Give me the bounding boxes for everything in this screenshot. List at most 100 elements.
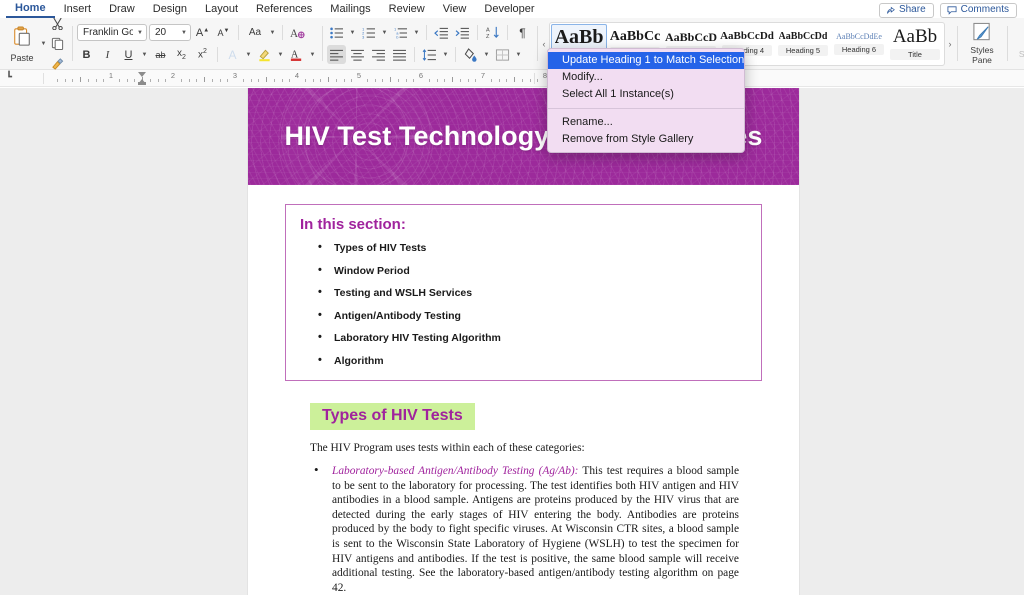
divider bbox=[477, 25, 478, 40]
font-name-value: Franklin Go... bbox=[83, 27, 134, 38]
clear-formatting-icon[interactable]: A bbox=[288, 23, 307, 42]
bullet-text: This test requires a blood sample to be … bbox=[332, 465, 739, 594]
tab-references[interactable]: References bbox=[247, 2, 321, 18]
paste-dropdown-caret[interactable]: ▼ bbox=[39, 34, 48, 53]
font-color-caret[interactable]: ▼ bbox=[308, 45, 317, 64]
divider bbox=[414, 47, 415, 62]
section-list-item: Window Period bbox=[300, 264, 747, 277]
strikethrough-icon[interactable]: ab bbox=[151, 45, 170, 64]
comments-button[interactable]: Comments bbox=[939, 3, 1017, 18]
svg-text:Z: Z bbox=[486, 34, 490, 39]
first-line-indent-marker[interactable] bbox=[138, 72, 146, 77]
change-case-icon[interactable]: Aa bbox=[244, 23, 266, 42]
tab-stop-selector-icon[interactable]: ┗ bbox=[6, 72, 12, 83]
style-name-label: Heading 5 bbox=[778, 44, 828, 56]
paste-button[interactable]: Paste bbox=[5, 25, 39, 63]
justify-icon[interactable] bbox=[390, 45, 409, 64]
share-icon bbox=[886, 6, 895, 15]
grow-font-icon[interactable]: A▲ bbox=[193, 23, 212, 42]
italic-icon[interactable]: I bbox=[98, 45, 117, 64]
divider bbox=[507, 25, 508, 40]
tab-design[interactable]: Design bbox=[144, 2, 196, 18]
context-menu-item[interactable]: Update Heading 1 to Match Selection bbox=[548, 52, 744, 69]
align-center-icon[interactable] bbox=[348, 45, 367, 64]
font-name-combo[interactable]: Franklin Go... ▼ bbox=[77, 24, 147, 41]
paste-icon bbox=[12, 26, 32, 52]
context-menu-item[interactable]: Modify... bbox=[548, 69, 744, 86]
style-name-label: Heading 6 bbox=[834, 43, 884, 55]
decrease-indent-icon[interactable] bbox=[432, 23, 451, 42]
context-menu-item[interactable]: Select All 1 Instance(s) bbox=[548, 86, 744, 103]
paste-label: Paste bbox=[10, 52, 34, 63]
highlight-caret[interactable]: ▼ bbox=[276, 45, 285, 64]
bulleted-list-caret[interactable]: ▼ bbox=[348, 23, 357, 42]
context-menu-item[interactable]: Remove from Style Gallery bbox=[548, 131, 744, 148]
shading-icon[interactable] bbox=[461, 45, 480, 64]
document-page[interactable]: HIV Test Technology and Procedures In th… bbox=[248, 88, 799, 595]
document-body: The HIV Program uses tests within each o… bbox=[248, 441, 799, 595]
line-spacing-caret[interactable]: ▼ bbox=[441, 45, 450, 64]
style-preview-text: AaBbCcDdEe bbox=[836, 32, 882, 41]
styles-pane-button[interactable]: Styles Pane bbox=[962, 22, 1002, 65]
shading-caret[interactable]: ▼ bbox=[482, 45, 491, 64]
titlebar-actions: Share Comments bbox=[878, 3, 1024, 18]
highlight-color-icon[interactable] bbox=[255, 45, 274, 64]
font-color-icon[interactable]: A bbox=[287, 45, 306, 64]
line-spacing-icon[interactable] bbox=[420, 45, 439, 64]
left-indent-marker[interactable] bbox=[138, 82, 146, 85]
shrink-font-icon[interactable]: A▼ bbox=[214, 23, 233, 42]
tab-draw[interactable]: Draw bbox=[100, 2, 144, 18]
ruler-tick bbox=[537, 79, 539, 82]
numbered-list-icon[interactable]: 123 bbox=[359, 23, 378, 42]
horizontal-ruler[interactable]: ┗ 12345678 bbox=[0, 70, 1024, 87]
increase-indent-icon[interactable] bbox=[453, 23, 472, 42]
style-item-heading-6[interactable]: AaBbCcDdEe Heading 6 bbox=[831, 23, 887, 64]
share-button[interactable]: Share bbox=[878, 3, 934, 18]
tab-developer[interactable]: Developer bbox=[475, 2, 543, 18]
sensitivity-button[interactable]: Sensitivity bbox=[1012, 29, 1024, 59]
underline-icon[interactable]: U bbox=[119, 45, 138, 64]
copy-icon[interactable] bbox=[48, 34, 67, 53]
document-canvas[interactable]: HIV Test Technology and Procedures In th… bbox=[0, 88, 1024, 595]
borders-icon[interactable] bbox=[493, 45, 512, 64]
bold-icon[interactable]: B bbox=[77, 45, 96, 64]
font-size-combo[interactable]: 20 ▼ bbox=[149, 24, 191, 41]
change-case-caret[interactable]: ▼ bbox=[268, 23, 277, 42]
borders-caret[interactable]: ▼ bbox=[514, 45, 523, 64]
ribbon-group-paragraph: ▼ 123 ▼ 1ab ▼ AZ ¶ ▼ ▼ ▼ bbox=[322, 18, 537, 69]
format-painter-icon[interactable] bbox=[48, 54, 67, 73]
style-item-title[interactable]: AaBb Title bbox=[887, 23, 943, 64]
underline-caret[interactable]: ▼ bbox=[140, 45, 149, 64]
style-preview-text: AaBbCcDd bbox=[720, 31, 774, 42]
multilevel-list-caret[interactable]: ▼ bbox=[412, 23, 421, 42]
superscript-icon[interactable]: x2 bbox=[193, 45, 212, 64]
clipboard-tools bbox=[48, 14, 67, 73]
numbered-list-caret[interactable]: ▼ bbox=[380, 23, 389, 42]
gallery-scroll-right-icon[interactable]: › bbox=[945, 39, 955, 49]
align-left-icon[interactable] bbox=[327, 45, 346, 64]
sort-icon[interactable]: AZ bbox=[483, 23, 502, 42]
svg-text:A: A bbox=[486, 28, 490, 34]
ruler-track[interactable]: 12345678 bbox=[36, 70, 1024, 86]
multilevel-list-icon[interactable]: 1ab bbox=[391, 23, 410, 42]
svg-text:b: b bbox=[396, 35, 398, 38]
subscript-icon[interactable]: x2 bbox=[172, 45, 191, 64]
text-effects-icon[interactable]: A bbox=[223, 45, 242, 64]
tab-home[interactable]: Home bbox=[6, 1, 55, 18]
gallery-scroll-left-icon[interactable]: ‹ bbox=[539, 39, 549, 49]
style-item-heading-5[interactable]: AaBbCcDd Heading 5 bbox=[775, 23, 831, 64]
ruler-text-area bbox=[43, 73, 535, 84]
tab-review[interactable]: Review bbox=[380, 2, 434, 18]
tab-layout[interactable]: Layout bbox=[196, 2, 247, 18]
in-this-section-heading: In this section: bbox=[300, 216, 406, 233]
align-right-icon[interactable] bbox=[369, 45, 388, 64]
bulleted-list-icon[interactable] bbox=[327, 23, 346, 42]
tab-insert[interactable]: Insert bbox=[55, 2, 101, 18]
show-formatting-marks-icon[interactable]: ¶ bbox=[513, 23, 532, 42]
tab-view[interactable]: View bbox=[434, 2, 476, 18]
style-context-menu[interactable]: Update Heading 1 to Match Selection Modif… bbox=[547, 48, 745, 153]
context-menu-item[interactable]: Rename... bbox=[548, 114, 744, 131]
style-preview-text: AaBbCc bbox=[609, 29, 661, 44]
tab-mailings[interactable]: Mailings bbox=[321, 2, 379, 18]
text-effects-caret[interactable]: ▼ bbox=[244, 45, 253, 64]
